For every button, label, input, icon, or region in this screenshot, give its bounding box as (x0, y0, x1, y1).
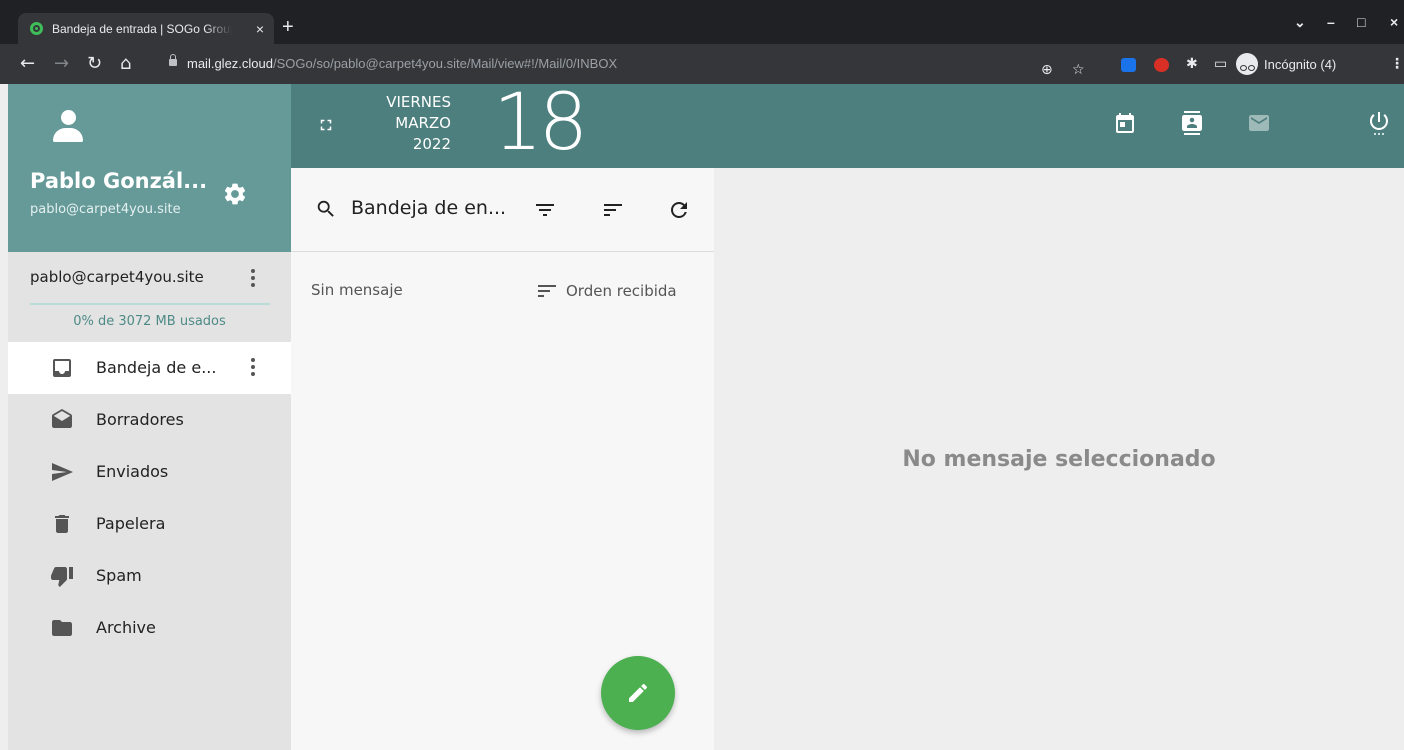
inbox-icon (53, 359, 71, 377)
extension-icon[interactable] (1121, 58, 1136, 72)
folder-list: Bandeja de e... Borradores Enviados Pape… (8, 342, 291, 654)
compose-button[interactable] (601, 656, 675, 730)
folder-label: Borradores (96, 410, 184, 429)
lock-icon[interactable] (169, 54, 177, 66)
folder-label: Papelera (96, 514, 166, 533)
folder-icon (52, 620, 72, 636)
tab-title: Bandeja de entrada | SOGo Groupware (52, 21, 232, 36)
bookmark-star-icon[interactable]: ☆ (1072, 61, 1085, 79)
maximize-button[interactable]: □ (1357, 14, 1365, 30)
sogo-favicon-icon (30, 22, 43, 35)
home-button[interactable]: ⌂ (120, 52, 131, 76)
folder-label: Enviados (96, 462, 169, 481)
date-year: 2022 (412, 135, 451, 153)
pencil-icon (629, 683, 648, 702)
back-button[interactable]: ← (20, 52, 35, 76)
folder-more-icon[interactable] (250, 358, 256, 380)
empty-list-text: Sin mensaje (311, 281, 403, 299)
incognito-icon (1236, 53, 1258, 75)
incognito-badge[interactable]: Incógnito (4) (1236, 52, 1336, 76)
folder-archive[interactable]: Archive (8, 602, 291, 654)
sogo-app: Pablo Gonzál... pablo@carpet4you.site pa… (0, 78, 1404, 750)
mail-icon[interactable] (1247, 110, 1271, 136)
browser-toolbar: ← → ↻ ⌂ mail.glez.cloud/SOGo/so/pablo@ca… (0, 44, 1404, 84)
folder-inbox[interactable]: Bandeja de e... (8, 342, 291, 394)
user-name: Pablo Gonzál... (30, 169, 208, 193)
thumb-down-icon (51, 567, 73, 587)
adblock-icon[interactable] (1154, 58, 1169, 72)
sidebar: Pablo Gonzál... pablo@carpet4you.site pa… (8, 84, 291, 750)
send-icon (52, 463, 73, 481)
folder-label: Spam (96, 566, 142, 585)
account-section: pablo@carpet4you.site 0% de 3072 MB usad… (8, 252, 291, 340)
folder-spam[interactable]: Spam (8, 550, 291, 602)
reload-button[interactable]: ↻ (87, 52, 102, 76)
sort-order-label: Orden recibida (566, 282, 677, 300)
sort-icon (538, 285, 556, 297)
sort-order-button[interactable]: Orden recibida (535, 279, 677, 303)
account-more-icon[interactable] (250, 269, 256, 291)
message-viewer: No mensaje seleccionado (714, 168, 1404, 750)
url-text[interactable]: mail.glez.cloud/SOGo/so/pablo@carpet4you… (187, 56, 617, 71)
date-weekday: VIERNES (386, 93, 451, 111)
power-icon[interactable] (1367, 110, 1391, 136)
folder-drafts[interactable]: Borradores (8, 394, 291, 446)
filter-icon[interactable] (533, 198, 557, 222)
date-month: MARZO (395, 114, 451, 132)
search-icon[interactable] (315, 198, 337, 220)
browser-tab[interactable]: Bandeja de entrada | SOGo Groupware × (18, 13, 274, 44)
avatar-icon (52, 110, 84, 144)
no-selection-text: No mensaje seleccionado (902, 447, 1216, 472)
puzzle-extensions-icon[interactable]: ✱ (1186, 55, 1198, 73)
browser-menu-icon[interactable]: ⋮ (1390, 55, 1404, 73)
fullscreen-icon[interactable] (317, 116, 335, 134)
quota-text: 0% de 3072 MB usados (73, 314, 226, 329)
message-list-pane: Bandeja de en... Sin mensaje Orden recib… (291, 168, 714, 750)
cast-icon[interactable]: ▭ (1214, 55, 1227, 73)
tab-search-icon[interactable]: ⌄ (1294, 14, 1306, 31)
tab-close-icon[interactable]: × (256, 21, 264, 37)
date-text: VIERNES MARZO 2022 (371, 92, 451, 155)
browser-tabstrip: Bandeja de entrada | SOGo Groupware × + … (0, 0, 1404, 44)
folder-sent[interactable]: Enviados (8, 446, 291, 498)
incognito-label: Incógnito (4) (1264, 56, 1337, 72)
current-folder-title: Bandeja de en... (351, 197, 507, 219)
list-toolbar: Bandeja de en... (291, 168, 714, 252)
forward-button[interactable]: → (54, 52, 69, 76)
folder-trash[interactable]: Papelera (8, 498, 291, 550)
user-email: pablo@carpet4you.site (30, 202, 181, 217)
drafts-icon (52, 409, 72, 428)
zoom-icon[interactable]: ⊕ (1041, 61, 1053, 79)
sidebar-header: Pablo Gonzál... pablo@carpet4you.site (8, 84, 291, 252)
app-header: VIERNES MARZO 2022 18 (291, 78, 1404, 168)
refresh-icon[interactable] (667, 198, 691, 222)
gear-icon[interactable] (222, 181, 248, 207)
close-window-button[interactable]: × (1390, 14, 1398, 30)
minimize-button[interactable]: – (1327, 14, 1335, 30)
new-tab-button[interactable]: + (282, 14, 294, 40)
trash-icon (55, 515, 69, 533)
quota-bar (30, 303, 270, 305)
sort-icon[interactable] (601, 198, 625, 222)
folder-label: Bandeja de e... (96, 358, 217, 377)
calendar-icon[interactable] (1113, 110, 1137, 136)
account-name[interactable]: pablo@carpet4you.site (30, 268, 204, 286)
folder-label: Archive (96, 618, 156, 637)
date-day: 18 (493, 78, 588, 168)
contacts-icon[interactable] (1180, 110, 1204, 136)
